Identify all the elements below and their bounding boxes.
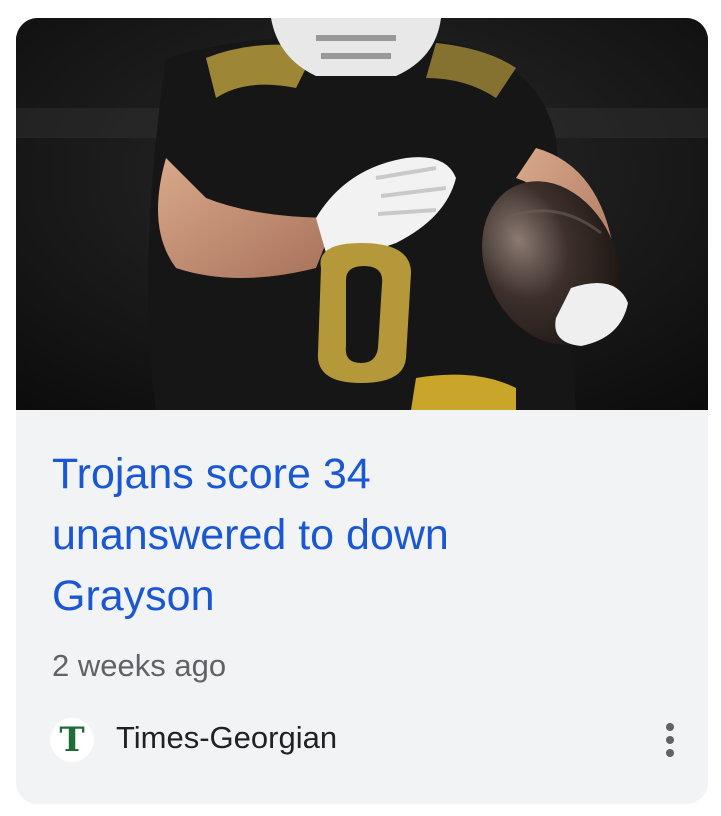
more-options-button[interactable]: [650, 712, 690, 768]
favicon-letter: T: [59, 720, 85, 760]
source-row: T Times-Georgian: [50, 712, 690, 768]
article-thumbnail[interactable]: [16, 18, 708, 410]
article-headline[interactable]: Trojans score 34 unanswered to down Gray…: [52, 444, 612, 627]
football-player-photo: [16, 18, 708, 410]
article-body: Trojans score 34 unanswered to down Gray…: [16, 410, 708, 804]
more-vert-icon-dot: [666, 736, 674, 744]
source-name: Times-Georgian: [116, 720, 338, 755]
more-vert-icon-dot: [666, 749, 674, 757]
news-card[interactable]: Trojans score 34 unanswered to down Gray…: [16, 18, 708, 804]
article-timestamp: 2 weeks ago: [52, 648, 227, 683]
source-favicon-icon: T: [50, 718, 94, 762]
more-vert-icon-dot: [666, 723, 674, 731]
